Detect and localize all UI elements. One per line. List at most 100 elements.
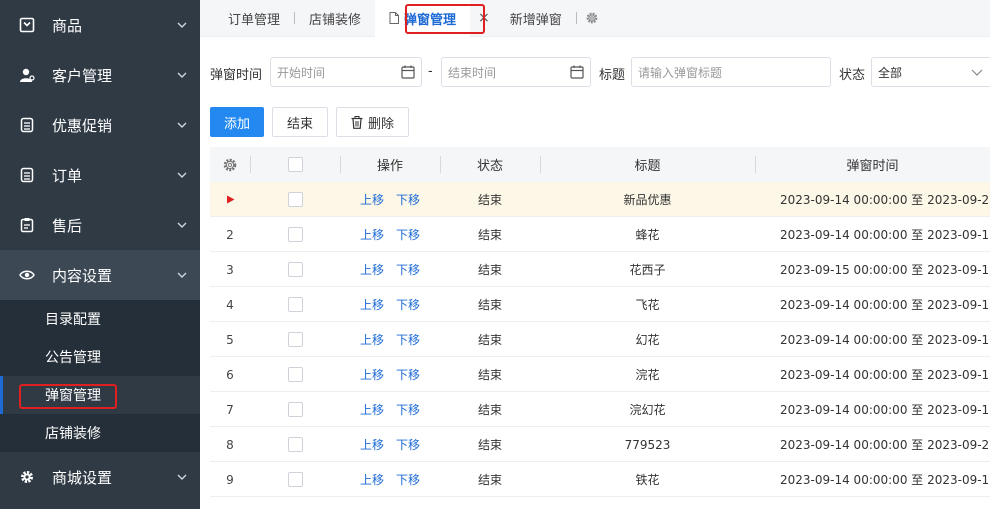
table-row[interactable]: 上移 下移 结束 新品优惠 2023-09-14 00:00:00 至 2023-… [210,182,990,217]
column-settings-gear-icon[interactable] [210,147,250,182]
move-down-link[interactable]: 下移 [396,191,420,208]
row-checkbox[interactable] [287,192,303,207]
row-actions: 上移 下移 [340,392,440,427]
move-down-link[interactable]: 下移 [396,471,420,488]
sidebar-subitem-announcements[interactable]: 公告管理 [0,338,200,376]
row-status: 结束 [477,368,502,382]
move-up-link[interactable]: 上移 [360,471,384,488]
sidebar-item-product[interactable]: 商品 [0,0,200,50]
select-all-checkbox[interactable] [287,157,303,172]
status-select[interactable]: 全部 [871,57,990,87]
table-row[interactable]: 2 上移 下移 结束 蜂花 2023-09-14 00:00:00 至 2023-… [210,217,990,252]
sidebar-item-label: 商城设置 [52,468,113,487]
sidebar-item-mall-settings[interactable]: 商城设置 [0,452,200,502]
tab-new-popup[interactable]: 新增弹窗 [496,0,576,37]
sidebar-subitem-store-decoration[interactable]: 店铺装修 [0,414,200,452]
add-button[interactable]: 添加 [210,107,264,137]
table-row[interactable]: 8 上移 下移 结束 779523 2023-09-14 00:00:00 至 2… [210,427,990,462]
end-button[interactable]: 结束 [272,107,329,137]
move-up-link[interactable]: 上移 [360,261,384,278]
move-down-link[interactable]: 下移 [396,436,420,453]
row-checkbox-cell [250,322,340,357]
eye-icon [18,266,36,284]
row-status: 结束 [477,263,502,277]
row-checkbox[interactable] [287,262,303,277]
move-down-link[interactable]: 下移 [396,261,420,278]
start-time-placeholder: 开始时间 [277,65,326,80]
row-title: 新品优惠 [623,193,672,207]
move-down-link[interactable]: 下移 [396,331,420,348]
row-checkbox[interactable] [287,437,303,452]
table-header: 操作 状态 标题 弹窗时间 [210,147,990,182]
row-status: 结束 [477,228,502,242]
row-actions: 上移 下移 [340,427,440,462]
row-status: 结束 [477,473,502,487]
move-up-link[interactable]: 上移 [360,191,384,208]
chevron-down-icon [971,69,983,76]
row-checkbox[interactable] [287,402,303,417]
sidebar-item-label: 售后 [52,216,83,235]
sidebar: 商品 客户管理 优惠促销 订单 售后 内容设置 目录配置 公告管理 弹窗管理 店… [0,0,200,509]
row-status: 结束 [477,403,502,417]
table-row[interactable]: 9 上移 下移 结束 铁花 2023-09-14 00:00:00 至 2023-… [210,462,990,497]
move-up-link[interactable]: 上移 [360,226,384,243]
tab-close-icon[interactable]: × [472,10,496,26]
row-checkbox-cell [250,217,340,252]
title-search-input[interactable]: 请输入弹窗标题 [631,57,831,87]
row-actions: 上移 下移 [340,182,440,217]
move-up-link[interactable]: 上移 [360,366,384,383]
tab-popup-management[interactable]: 弹窗管理 [375,0,471,37]
table-row[interactable]: 4 上移 下移 结束 飞花 2023-09-14 00:00:00 至 2023-… [210,287,990,322]
start-time-input[interactable]: 开始时间 [270,57,422,87]
table-row[interactable]: 5 上移 下移 结束 幻花 2023-09-14 00:00:00 至 2023-… [210,322,990,357]
row-popup-time: 2023-09-14 00:00:00 至 2023-09-15 00:00:0… [780,228,990,242]
title-placeholder: 请输入弹窗标题 [638,65,723,80]
row-index: 6 [226,367,234,382]
table-row[interactable]: 6 上移 下移 结束 浣花 2023-09-14 00:00:00 至 2023-… [210,357,990,392]
row-checkbox[interactable] [287,472,303,487]
header-action: 操作 [376,159,403,174]
delete-label: 删除 [368,116,395,132]
move-down-link[interactable]: 下移 [396,401,420,418]
sidebar-item-promotions[interactable]: 优惠促销 [0,100,200,150]
row-checkbox[interactable] [287,332,303,347]
row-title: 779523 [624,437,671,452]
move-up-link[interactable]: 上移 [360,436,384,453]
delete-button[interactable]: 删除 [336,107,410,137]
move-down-link[interactable]: 下移 [396,366,420,383]
select-all-checkbox-cell [250,147,340,182]
row-popup-time: 2023-09-14 00:00:00 至 2023-09-15 00:00:0… [780,298,990,312]
table-row[interactable]: 7 上移 下移 结束 浣幻花 2023-09-14 00:00:00 至 2023… [210,392,990,427]
row-popup-time: 2023-09-14 00:00:00 至 2023-09-21 00:00:0… [780,193,990,207]
move-up-link[interactable]: 上移 [360,401,384,418]
move-down-link[interactable]: 下移 [396,226,420,243]
row-checkbox[interactable] [287,227,303,242]
tab-settings-gear-icon[interactable] [585,11,599,25]
chevron-down-icon [177,222,187,228]
header-status: 状态 [476,159,503,174]
end-time-input[interactable]: 结束时间 [441,57,591,87]
move-down-link[interactable]: 下移 [396,296,420,313]
move-up-link[interactable]: 上移 [360,296,384,313]
row-checkbox-cell [250,182,340,217]
sidebar-item-customers[interactable]: 客户管理 [0,50,200,100]
header-title: 标题 [634,159,661,174]
tab-store-decoration[interactable]: 店铺装修 [295,0,375,37]
row-popup-time: 2023-09-14 00:00:00 至 2023-09-15 00:00:0… [780,473,990,487]
chevron-down-icon [177,72,187,78]
sidebar-item-orders[interactable]: 订单 [0,150,200,200]
row-checkbox[interactable] [287,367,303,382]
table-row[interactable]: 3 上移 下移 结束 花西子 2023-09-15 00:00:00 至 2023… [210,252,990,287]
row-index: 5 [226,332,234,347]
move-up-link[interactable]: 上移 [360,331,384,348]
popup-time-label: 弹窗时间 [210,68,263,83]
chevron-down-icon [177,272,187,278]
sidebar-subitem-catalog-config[interactable]: 目录配置 [0,300,200,338]
sidebar-item-content-settings[interactable]: 内容设置 [0,250,200,300]
sidebar-subitem-popup-management[interactable]: 弹窗管理 [0,376,200,414]
sidebar-item-after-sales[interactable]: 售后 [0,200,200,250]
row-checkbox[interactable] [287,297,303,312]
header-popup-time: 弹窗时间 [846,159,899,174]
tab-order-management[interactable]: 订单管理 [214,0,294,37]
row-checkbox-cell [250,287,340,322]
